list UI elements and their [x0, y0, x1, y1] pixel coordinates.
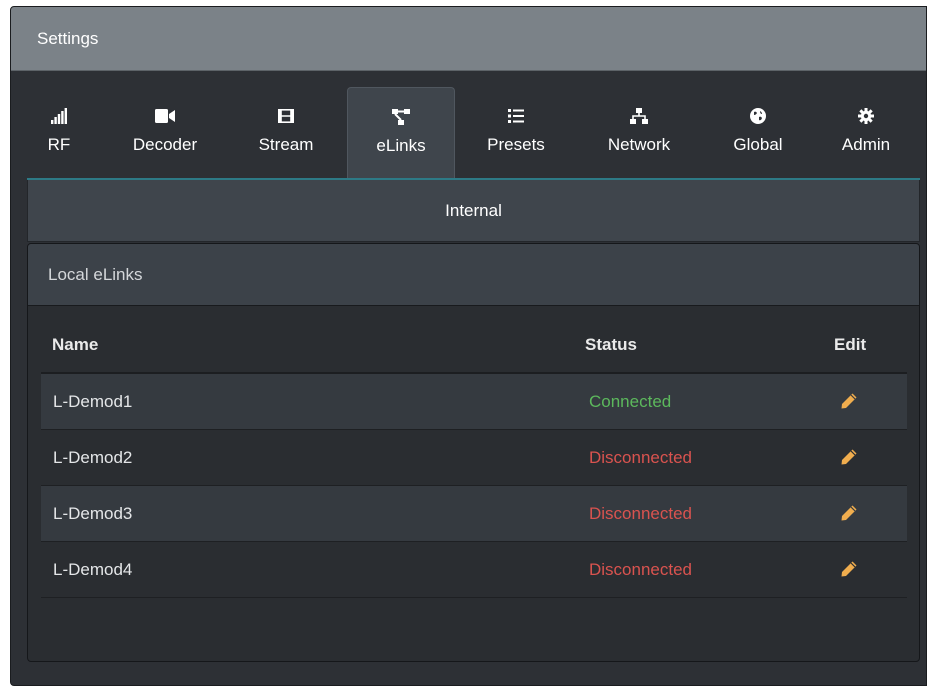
table-row: L-Demod3 Disconnected	[41, 486, 907, 542]
tab-admin[interactable]: Admin	[823, 87, 909, 179]
tab-bar: RF Decoder Stream eLinks Presets Network…	[11, 71, 926, 185]
title-bar: Settings	[11, 7, 926, 71]
tab-presets-label: Presets	[487, 135, 545, 154]
table-row: L-Demod1 Connected	[41, 374, 907, 430]
film-icon	[241, 107, 331, 125]
page-title: Settings	[37, 29, 99, 48]
tab-rf[interactable]: RF	[35, 87, 83, 179]
tab-stream-label: Stream	[258, 135, 314, 154]
edit-button[interactable]	[837, 558, 861, 580]
row-status: Disconnected	[589, 560, 693, 579]
row-status: Connected	[589, 392, 672, 411]
signal-bars-icon	[35, 107, 83, 125]
table-row: L-Demod4 Disconnected	[41, 542, 907, 598]
tab-global-label: Global	[733, 135, 783, 154]
tab-elinks-label: eLinks	[376, 136, 426, 155]
tab-network-label: Network	[607, 135, 671, 154]
panel-heading: Local eLinks	[28, 244, 919, 306]
edit-button[interactable]	[837, 446, 861, 468]
sitemap-icon	[348, 108, 454, 126]
column-header-edit: Edit	[834, 335, 867, 354]
row-name: L-Demod3	[53, 504, 133, 523]
edit-button[interactable]	[837, 390, 861, 412]
section-header-internal[interactable]: Internal	[27, 180, 920, 242]
row-name: L-Demod2	[53, 448, 133, 467]
local-elinks-panel: Local eLinks Name Status Edit L-Demod1 C…	[27, 243, 920, 662]
tab-elinks[interactable]: eLinks	[347, 87, 455, 179]
row-status: Disconnected	[589, 448, 693, 467]
video-camera-icon	[117, 107, 213, 125]
cog-icon	[823, 107, 909, 125]
globe-icon	[713, 107, 803, 125]
pencil-icon	[841, 393, 857, 409]
network-icon	[589, 107, 689, 125]
pencil-icon	[841, 505, 857, 521]
section-header-label: Internal	[445, 200, 502, 220]
edit-button[interactable]	[837, 502, 861, 524]
table-row: L-Demod2 Disconnected	[41, 430, 907, 486]
row-name: L-Demod1	[53, 392, 133, 411]
row-status: Disconnected	[589, 504, 693, 523]
tab-network[interactable]: Network	[589, 87, 689, 179]
settings-window: Settings RF Decoder Stream eLinks Preset…	[10, 6, 927, 686]
column-header-status: Status	[585, 335, 637, 354]
pencil-icon	[841, 561, 857, 577]
tab-global[interactable]: Global	[713, 87, 803, 179]
list-icon	[473, 107, 559, 125]
panel-heading-label: Local eLinks	[48, 265, 143, 284]
row-name: L-Demod4	[53, 560, 133, 579]
tab-presets[interactable]: Presets	[473, 87, 559, 179]
tab-rf-label: RF	[47, 135, 71, 154]
tab-admin-label: Admin	[841, 135, 891, 154]
pencil-icon	[841, 449, 857, 465]
tab-stream[interactable]: Stream	[241, 87, 331, 179]
tab-decoder[interactable]: Decoder	[117, 87, 213, 179]
column-header-name: Name	[52, 335, 99, 354]
tab-decoder-label: Decoder	[132, 135, 198, 154]
